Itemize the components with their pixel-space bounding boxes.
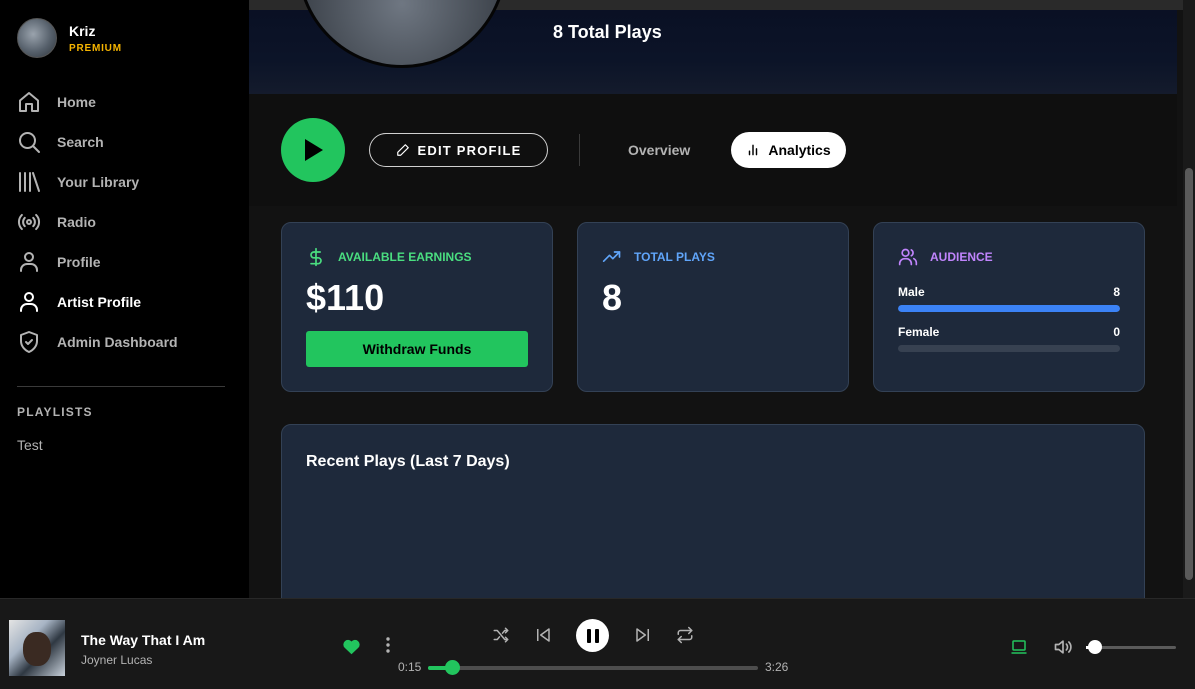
edit-profile-label: EDIT PROFILE	[417, 142, 522, 158]
user-profile[interactable]: Kriz PREMIUM	[17, 18, 122, 58]
audience-title: AUDIENCE	[930, 250, 993, 264]
previous-track-icon[interactable]	[534, 626, 552, 644]
pencil-icon	[396, 144, 409, 156]
sidebar-divider	[17, 386, 225, 387]
audience-bar-fill	[898, 305, 1120, 312]
audience-bar	[898, 305, 1120, 312]
artist-image	[297, 0, 507, 68]
scrollbar-thumb[interactable]	[1185, 168, 1193, 580]
nav-item-artist-profile[interactable]: Artist Profile	[17, 282, 232, 322]
recent-plays-card: Recent Plays (Last 7 Days)	[281, 424, 1145, 598]
audience-label: Male	[898, 285, 925, 299]
earnings-value: $110	[306, 277, 385, 318]
user-name: Kriz	[69, 22, 96, 39]
audience-label: Female	[898, 325, 940, 339]
track-artist[interactable]: Joyner Lucas	[81, 653, 152, 667]
audience-card: AUDIENCE Male 8 Female 0	[873, 222, 1145, 392]
volume-handle[interactable]	[1088, 640, 1102, 654]
earnings-title: AVAILABLE EARNINGS	[338, 250, 472, 264]
audience-card-header: AUDIENCE	[898, 247, 993, 267]
heart-icon[interactable]	[342, 638, 361, 655]
nav-item-profile[interactable]: Profile	[17, 242, 232, 282]
nav-item-label: Search	[57, 134, 104, 150]
audience-count: 0	[1113, 325, 1120, 339]
album-cover[interactable]	[9, 620, 65, 676]
dollar-icon	[310, 247, 322, 267]
total-plays-card: TOTAL PLAYS 8	[577, 222, 849, 392]
recent-plays-title: Recent Plays (Last 7 Days)	[306, 453, 510, 470]
nav-item-label: Artist Profile	[57, 294, 142, 310]
sidebar: Kriz PREMIUM Home Search Your Library Ra…	[0, 0, 249, 598]
tab-analytics[interactable]: Analytics	[731, 132, 846, 168]
total-plays-heading: 8 Total Plays	[553, 22, 662, 42]
audience-count: 8	[1113, 285, 1120, 299]
volume-icon[interactable]	[1053, 638, 1073, 656]
radio-icon	[17, 213, 41, 231]
main-nav: Home Search Your Library Radio Profile A…	[17, 82, 232, 362]
nav-item-search[interactable]: Search	[17, 122, 232, 162]
trending-up-icon	[602, 251, 621, 262]
pause-icon	[586, 628, 599, 643]
progress-handle[interactable]	[445, 660, 461, 675]
play-button[interactable]	[281, 118, 345, 182]
more-options-icon[interactable]	[381, 636, 395, 654]
elapsed-time: 0:15	[398, 660, 422, 674]
users-icon	[898, 248, 918, 266]
action-bar: EDIT PROFILE Overview Analytics	[249, 94, 1177, 206]
progress-bar[interactable]	[428, 666, 758, 670]
nav-item-label: Your Library	[57, 174, 140, 190]
divider	[579, 134, 580, 166]
nav-item-admin-dashboard[interactable]: Admin Dashboard	[17, 322, 232, 362]
duration-time: 3:26	[765, 660, 789, 674]
profile-header: 8 Total Plays	[249, 0, 1177, 94]
edit-profile-button[interactable]: EDIT PROFILE	[369, 133, 548, 167]
user-icon	[20, 252, 38, 272]
nav-item-label: Home	[57, 94, 96, 110]
bar-chart-icon	[749, 144, 758, 156]
nav-item-label: Radio	[57, 214, 96, 230]
total-plays-value: 8	[602, 277, 623, 318]
nav-item-library[interactable]: Your Library	[17, 162, 232, 202]
track-title[interactable]: The Way That I Am	[81, 632, 205, 648]
main-content: 8 Total Plays EDIT PROFILE Overview Anal…	[249, 0, 1183, 598]
library-icon	[19, 172, 40, 192]
premium-badge: PREMIUM	[69, 42, 122, 54]
shuffle-icon[interactable]	[492, 626, 510, 644]
avatar[interactable]	[17, 18, 57, 58]
player-bar: The Way That I Am Joyner Lucas 0:15 3:26	[0, 598, 1195, 689]
playlist-item[interactable]: Test	[17, 437, 43, 453]
total-plays-title: TOTAL PLAYS	[634, 250, 715, 264]
repeat-icon[interactable]	[676, 626, 694, 644]
main-scrollbar[interactable]	[1183, 0, 1195, 598]
withdraw-funds-button[interactable]: Withdraw Funds	[306, 331, 528, 367]
search-icon	[19, 132, 40, 153]
tab-overview[interactable]: Overview	[628, 142, 690, 158]
total-plays-card-header: TOTAL PLAYS	[602, 247, 715, 267]
nav-item-label: Admin Dashboard	[57, 334, 178, 350]
play-icon	[305, 139, 323, 161]
nav-item-radio[interactable]: Radio	[17, 202, 232, 242]
tab-analytics-label: Analytics	[768, 142, 831, 158]
playlists-heading: PLAYLISTS	[17, 405, 93, 419]
next-track-icon[interactable]	[634, 626, 652, 644]
earnings-card-header: AVAILABLE EARNINGS	[306, 247, 472, 267]
nav-item-label: Profile	[57, 254, 101, 270]
device-icon[interactable]	[1010, 639, 1028, 655]
nav-item-home[interactable]: Home	[17, 82, 232, 122]
audience-bar	[898, 345, 1120, 352]
user-icon	[20, 292, 38, 312]
home-icon	[19, 92, 39, 112]
pause-button[interactable]	[576, 619, 609, 652]
earnings-card: AVAILABLE EARNINGS $110 Withdraw Funds	[281, 222, 553, 392]
shield-check-icon	[20, 331, 38, 353]
